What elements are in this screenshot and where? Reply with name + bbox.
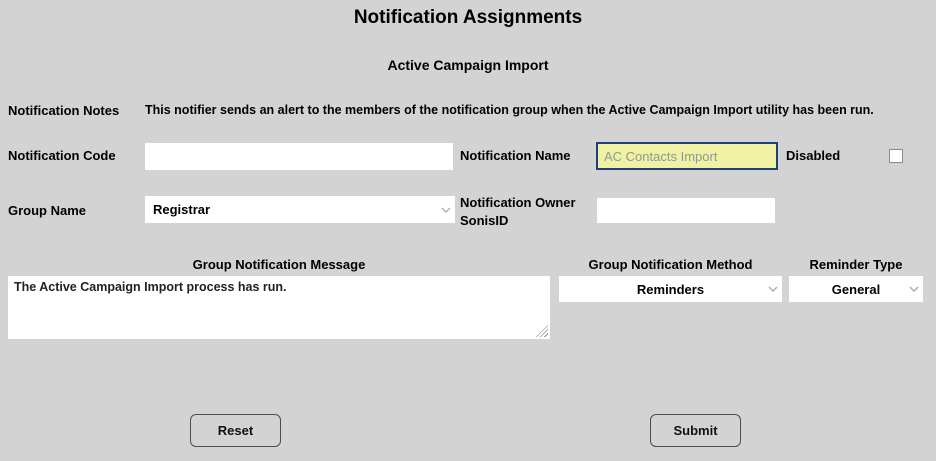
group-name-selected-value: Registrar bbox=[153, 202, 211, 217]
chevron-down-icon bbox=[905, 286, 923, 292]
reset-button[interactable]: Reset bbox=[190, 414, 281, 447]
group-notification-message-textarea[interactable]: The Active Campaign Import process has r… bbox=[8, 276, 550, 339]
notification-code-input[interactable] bbox=[145, 143, 453, 170]
notification-name-input[interactable] bbox=[596, 142, 778, 170]
group-notification-method-select[interactable]: Reminders bbox=[559, 276, 782, 302]
notification-owner-input[interactable] bbox=[597, 198, 775, 223]
group-notification-method-header: Group Notification Method bbox=[588, 257, 753, 272]
notification-assignments-page: Notification Assignments Active Campaign… bbox=[0, 0, 936, 461]
group-notification-method-selected-value: Reminders bbox=[636, 281, 705, 297]
reminder-type-select[interactable]: General bbox=[789, 276, 923, 302]
page-subtitle: Active Campaign Import bbox=[387, 57, 549, 73]
group-name-label: Group Name bbox=[8, 203, 87, 218]
chevron-down-icon bbox=[764, 286, 782, 292]
notification-notes-label: Notification Notes bbox=[8, 103, 120, 118]
notification-name-label: Notification Name bbox=[460, 148, 571, 163]
notification-notes-text: This notifier sends an alert to the memb… bbox=[145, 103, 874, 117]
submit-button[interactable]: Submit bbox=[650, 414, 741, 447]
notification-code-label: Notification Code bbox=[8, 148, 116, 163]
reminder-type-header: Reminder Type bbox=[809, 257, 903, 272]
reminder-type-selected-value: General bbox=[831, 281, 881, 297]
disabled-checkbox[interactable] bbox=[889, 149, 903, 163]
notification-owner-label: Notification Owner SonisID bbox=[460, 195, 576, 228]
page-title: Notification Assignments bbox=[353, 7, 583, 28]
chevron-down-icon bbox=[437, 206, 455, 213]
disabled-label: Disabled bbox=[786, 148, 841, 163]
group-notification-message-header: Group Notification Message bbox=[192, 257, 366, 272]
group-name-select[interactable]: Registrar bbox=[145, 196, 455, 223]
